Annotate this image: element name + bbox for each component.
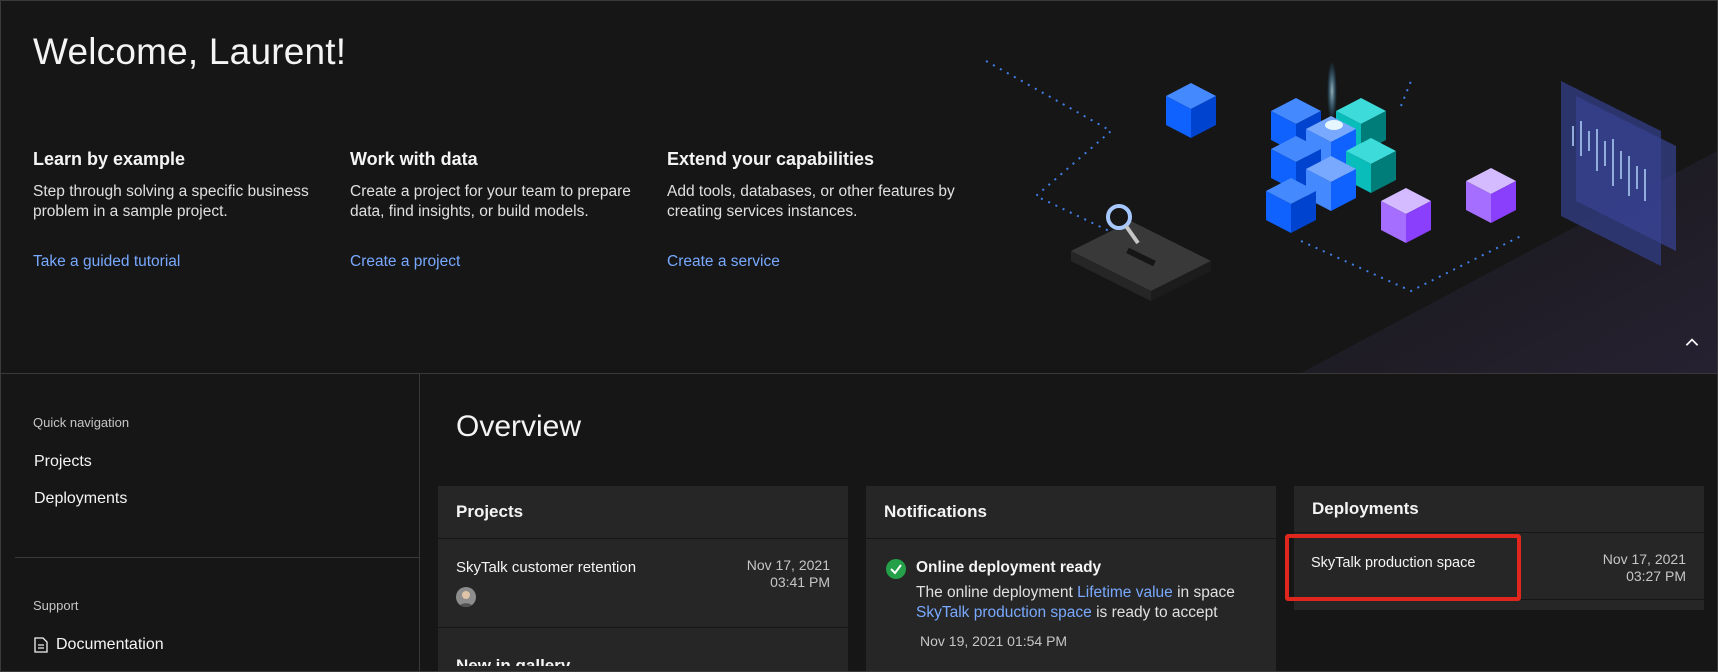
- dashboard-lower: Quick navigation Projects Deployments Su…: [1, 373, 1717, 672]
- projects-card: Projects SkyTalk customer retention Nov …: [438, 486, 848, 672]
- sidebar-item-deployments[interactable]: Deployments: [34, 490, 127, 508]
- notifications-card-title: Notifications: [866, 486, 1276, 539]
- create-service-link[interactable]: Create a service: [667, 253, 780, 271]
- project-date: Nov 17, 2021 03:41 PM: [747, 557, 830, 591]
- deployments-card: Deployments SkyTalk production space Nov…: [1294, 486, 1704, 610]
- column-text: Add tools, databases, or other features …: [667, 183, 955, 220]
- documentation-link[interactable]: Documentation: [34, 636, 164, 654]
- notification-item[interactable]: Online deployment ready The online deplo…: [866, 539, 1276, 671]
- support-label: Support: [33, 598, 79, 613]
- time-text: 03:41 PM: [770, 574, 830, 590]
- hero-illustration: [985, 60, 1717, 373]
- notifications-card: Notifications Online deployment ready Th…: [866, 486, 1276, 671]
- deployment-link[interactable]: Lifetime value: [1077, 584, 1173, 601]
- sidebar-divider: [15, 557, 419, 558]
- notification-text: The online deployment: [916, 584, 1078, 601]
- column-title: Work with data: [350, 149, 478, 169]
- welcome-banner: Welcome, Laurent! Learn by example Step …: [1, 1, 1717, 373]
- avatar: [456, 587, 476, 607]
- create-project-link[interactable]: Create a project: [350, 253, 460, 271]
- quick-navigation-label: Quick navigation: [33, 415, 130, 430]
- deployment-date: Nov 17, 2021 03:27 PM: [1603, 551, 1686, 585]
- learn-by-example-column: Learn by example Step through solving a …: [33, 149, 323, 270]
- deployments-card-title: Deployments: [1294, 486, 1704, 533]
- left-sidebar: Quick navigation Projects Deployments Su…: [15, 374, 420, 671]
- projects-card-title: Projects: [438, 486, 848, 539]
- column-title: Extend your capabilities: [667, 149, 875, 169]
- gallery-section-title: New in gallery: [456, 656, 571, 672]
- notification-title: Online deployment ready: [916, 559, 1102, 576]
- column-title: Learn by example: [33, 149, 186, 169]
- deployment-name[interactable]: SkyTalk production space: [1311, 555, 1475, 571]
- guided-tutorial-link[interactable]: Take a guided tutorial: [33, 253, 180, 271]
- time-text: 03:27 PM: [1626, 568, 1686, 584]
- date-text: Nov 17, 2021: [1602, 551, 1686, 567]
- sidebar-item-projects[interactable]: Projects: [34, 453, 92, 471]
- list-item[interactable]: SkyTalk production space Nov 17, 2021 03…: [1294, 533, 1704, 600]
- user-avatar-icon: [459, 591, 473, 607]
- welcome-heading: Welcome, Laurent!: [33, 31, 347, 72]
- space-link[interactable]: SkyTalk production space: [916, 604, 1092, 621]
- app-frame: Welcome, Laurent! Learn by example Step …: [0, 0, 1718, 672]
- extend-capabilities-column: Extend your capabilities Add tools, data…: [667, 149, 957, 270]
- checkmark-icon: [886, 559, 906, 579]
- page-title: Overview: [456, 410, 582, 443]
- project-name[interactable]: SkyTalk customer retention: [456, 559, 636, 576]
- documentation-label: Documentation: [56, 636, 164, 653]
- list-item[interactable]: SkyTalk customer retention Nov 17, 2021 …: [438, 539, 848, 628]
- work-with-data-column: Work with data Create a project for your…: [350, 149, 640, 270]
- notification-text: is ready to accept: [1091, 604, 1218, 621]
- notification-body: The online deployment Lifetime value in …: [916, 583, 1261, 623]
- chevron-up-icon[interactable]: [1683, 334, 1701, 352]
- column-text: Create a project for your team to prepar…: [350, 183, 631, 220]
- column-text: Step through solving a specific business…: [33, 183, 309, 220]
- notification-text: in space: [1172, 584, 1235, 601]
- document-icon: [34, 637, 48, 653]
- date-text: Nov 17, 2021: [746, 557, 830, 573]
- notification-timestamp: Nov 19, 2021 01:54 PM: [920, 633, 1068, 649]
